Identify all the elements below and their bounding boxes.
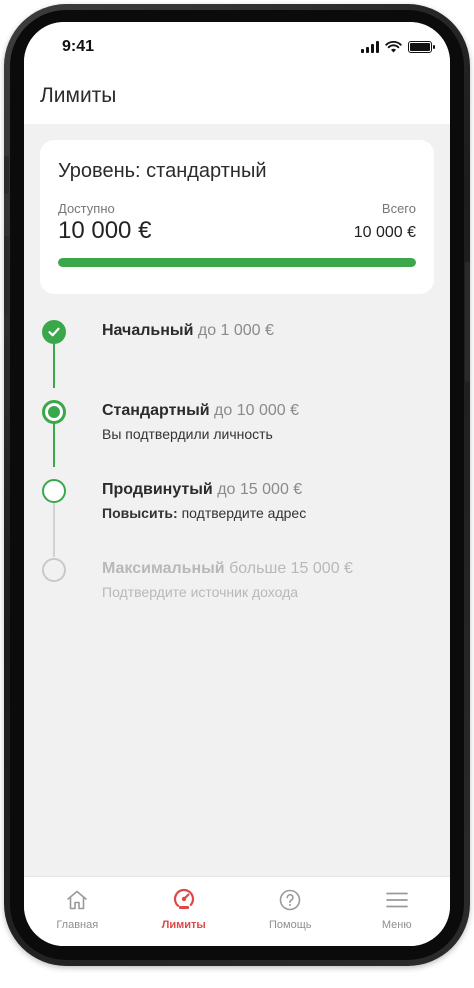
level-heading: Начальный до 1 000 €: [102, 322, 274, 340]
level-description: Подтвердите источник дохода: [102, 584, 299, 600]
level-limit: больше 15 000 €: [229, 560, 353, 577]
limit-progress-fill: [58, 258, 416, 267]
cellular-signal-icon: [361, 41, 379, 53]
level-limit: до 1 000 €: [197, 322, 274, 339]
volume-up-button: [4, 236, 9, 314]
level-heading: Продвинутый до 15 000 €: [102, 481, 306, 499]
level-limit: до 10 000 €: [214, 402, 299, 419]
level-heading: Стандартный до 10 000 €: [102, 402, 299, 420]
menu-icon: [385, 892, 408, 908]
total-amount: 10 000 €: [353, 224, 416, 241]
help-icon: [279, 889, 301, 911]
tab-label: Главная: [56, 919, 99, 931]
status-time: 9:41: [62, 38, 95, 55]
tab-menu[interactable]: Меню: [344, 877, 451, 946]
page-title: Лимиты: [40, 84, 117, 107]
wifi-icon: [385, 41, 402, 53]
level-name: Максимальный: [102, 560, 225, 577]
timeline-connector: [53, 423, 55, 467]
app-header: Лимиты: [24, 76, 450, 124]
next-level-circle-icon: [42, 479, 66, 503]
current-level-indicator-icon: [42, 400, 66, 424]
locked-level-circle-icon: [42, 558, 66, 582]
limit-summary: Доступно 10 000 € Всего 10 000 €: [58, 201, 416, 247]
total-label: Всего: [381, 201, 416, 216]
limit-progress-bar: [58, 258, 416, 267]
upgrade-action: подтвердите адрес: [181, 505, 307, 521]
battery-icon: [408, 41, 435, 53]
timeline-connector: [53, 502, 55, 557]
timeline-connector: [53, 344, 55, 388]
volume-down-button: [4, 338, 9, 416]
current-level-card: Уровень: стандартный Доступно 10 000 € В…: [40, 140, 434, 294]
upgrade-label: Повысить:: [102, 505, 178, 521]
level-name: Начальный: [102, 322, 194, 339]
tab-label: Меню: [381, 919, 412, 931]
level-heading: Максимальный больше 15 000 €: [102, 560, 353, 578]
level-name: Стандартный: [102, 402, 210, 419]
upgrade-link[interactable]: Повысить: подтвердите адрес: [102, 505, 306, 521]
tab-limits[interactable]: Лимиты: [131, 877, 238, 946]
level-description: Вы подтвердили личность: [102, 426, 273, 442]
bottom-tab-bar: Главная Лимиты Помощь Меню: [24, 876, 450, 946]
app-screen: 9:41 Лимиты Уровень: стандартный Доступн…: [24, 22, 450, 946]
available-amount: 10 000 €: [58, 217, 152, 244]
level-name: Продвинутый: [102, 481, 213, 498]
level-limit: до 15 000 €: [217, 481, 303, 498]
speedometer-icon: [173, 888, 194, 910]
power-button: [465, 262, 470, 382]
tab-label: Помощь: [269, 919, 312, 931]
completed-check-icon: [42, 320, 66, 344]
available-label: Доступно: [58, 201, 115, 216]
tab-label: Лимиты: [161, 919, 206, 931]
status-icons: [361, 41, 435, 53]
status-bar: 9:41: [24, 22, 450, 76]
tab-help[interactable]: Помощь: [237, 877, 344, 946]
home-icon: [67, 890, 88, 910]
level-title: Уровень: стандартный: [58, 160, 267, 182]
tab-home[interactable]: Главная: [24, 877, 131, 946]
silent-switch: [4, 156, 9, 194]
